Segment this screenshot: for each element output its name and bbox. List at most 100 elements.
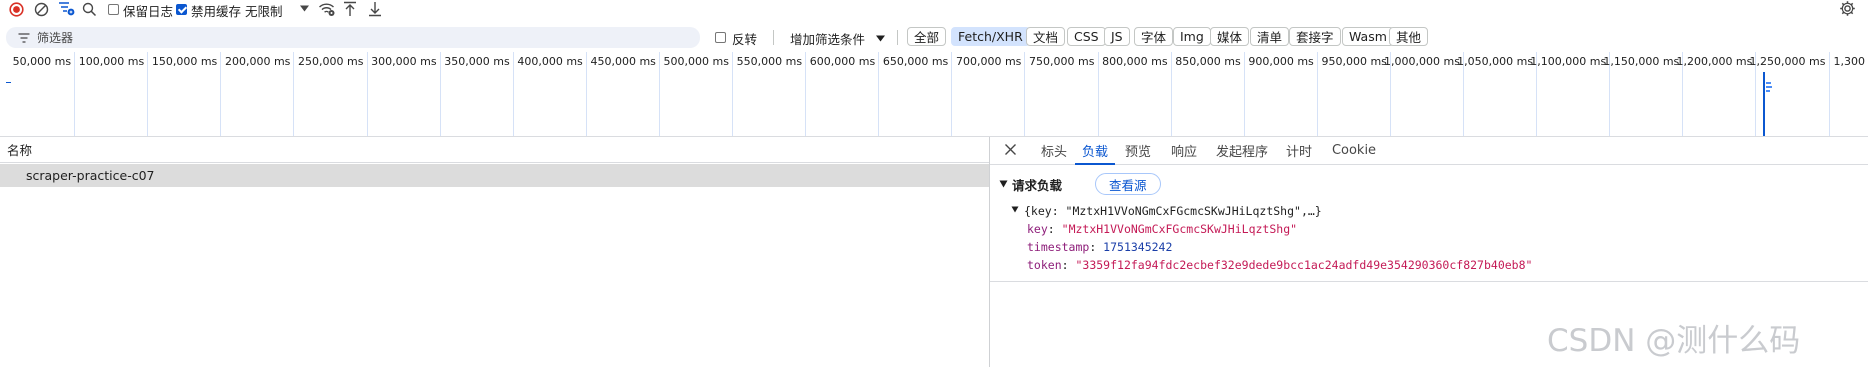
type-filter-js[interactable]: JS	[1104, 27, 1130, 46]
request-bar	[1766, 90, 1770, 92]
import-har-icon[interactable]	[343, 1, 357, 17]
network-toolbar: 保留日志 禁用缓存 无限制	[0, 0, 1868, 19]
tab-response[interactable]: 响应	[1166, 137, 1202, 164]
type-filter-fetch-xhr[interactable]: Fetch/XHR	[951, 27, 1030, 46]
preserve-log-checkbox[interactable]	[108, 4, 119, 15]
timeline-tick: 1,000,000 ms	[1384, 52, 1463, 136]
timeline-tick: 1,050,000 ms	[1457, 52, 1536, 136]
disable-cache-checkbox[interactable]	[176, 4, 187, 15]
timeline-tick: 850,000 ms	[1170, 52, 1244, 136]
timeline-tick-label: 250,000 ms	[298, 55, 364, 68]
watermark: CSDN @测什么码	[1547, 323, 1801, 359]
request-bar	[6, 82, 11, 83]
timeline-tick-label: 150,000 ms	[151, 55, 218, 68]
timeline-tick: 200,000 ms	[220, 52, 293, 136]
gear-icon[interactable]	[1839, 0, 1856, 17]
timeline-tick: 100,000 ms	[74, 52, 147, 136]
timeline-overview[interactable]: 50,000 ms 100,000 ms 150,000 ms 200,000 ms 2…	[0, 52, 1868, 137]
field-name: timestamp	[1027, 240, 1090, 254]
timeline-tick: 1,250,000 ms	[1750, 52, 1828, 136]
more-filters-button[interactable]: 增加筛选条件	[790, 29, 865, 48]
timeline-tick: 700,000 ms	[951, 52, 1024, 136]
timeline-tick-label: 100,000 ms	[78, 55, 145, 68]
tab-payload[interactable]: 负载	[1075, 137, 1115, 165]
timeline-tick-label: 400,000 ms	[517, 55, 583, 68]
preserve-log-label: 保留日志	[123, 4, 174, 19]
view-source-button[interactable]: 查看源	[1095, 173, 1161, 195]
timeline-tick-label: 1,050,000 ms	[1457, 55, 1534, 68]
export-har-icon[interactable]	[368, 1, 382, 17]
type-filter-socket[interactable]: 套接字	[1289, 27, 1341, 46]
payload-field-timestamp[interactable]: timestamp: 1751345242	[1027, 240, 1172, 254]
payload-field-key[interactable]: key: "MztxH1VVoNGmCxFGcmcSKwJHiLqztShg"	[1027, 222, 1297, 236]
field-name: key	[1027, 222, 1048, 236]
search-icon[interactable]	[82, 2, 97, 17]
details-tabbar: 标头 负载 预览 响应 发起程序 计时 Cookie	[990, 137, 1868, 165]
triangle-down-icon[interactable]	[1011, 206, 1019, 213]
payload-summary[interactable]: {key: "MztxH1VVoNGmCxFGcmcSKwJHiLqztShg"…	[1024, 204, 1322, 218]
type-filter-doc[interactable]: 文档	[1026, 27, 1066, 46]
timeline-tick-label: 350,000 ms	[444, 55, 510, 68]
timeline-tick: 500,000 ms	[658, 52, 732, 136]
throttling-select[interactable]: 无限制	[245, 1, 283, 20]
timeline-tick-label: 850,000 ms	[1175, 55, 1241, 68]
tab-preview[interactable]: 预览	[1120, 137, 1156, 164]
type-filter-wasm[interactable]: Wasm	[1342, 27, 1394, 46]
filter-icon	[18, 32, 30, 43]
timeline-tick: 450,000 ms	[585, 52, 659, 136]
timeline-tick-label: 1,100,000 ms	[1530, 55, 1607, 68]
section-divider	[990, 281, 1868, 282]
timeline-tick: 950,000 ms	[1316, 52, 1390, 136]
timeline-tick-label: 500,000 ms	[663, 55, 729, 68]
timeline-tick: 150,000 ms	[147, 52, 220, 136]
tab-timing[interactable]: 计时	[1281, 137, 1317, 164]
payload-field-token[interactable]: token: "3359f12fa94fdc2ecbef32e9dede9bcc…	[1027, 258, 1532, 272]
timeline-tick: 900,000 ms	[1243, 52, 1317, 136]
filter-placeholder: 筛选器	[37, 31, 74, 45]
timeline-tick: 750,000 ms	[1024, 52, 1097, 136]
field-value: 1751345242	[1103, 240, 1173, 254]
timeline-tick: 1,200,000 ms	[1676, 52, 1755, 136]
timeline-tick: 250,000 ms	[293, 52, 366, 136]
chevron-down-icon[interactable]	[299, 4, 310, 13]
timeline-tick-label: 950,000 ms	[1321, 55, 1387, 68]
type-filter-all[interactable]: 全部	[907, 27, 947, 46]
column-header-name[interactable]: 名称	[7, 140, 32, 159]
field-value: "3359f12fa94fdc2ecbef32e9dede9bcc1ac24ad…	[1075, 258, 1533, 272]
tab-cookies[interactable]: Cookie	[1330, 137, 1378, 164]
type-filter-other[interactable]: 其他	[1389, 27, 1429, 46]
timeline-tick-label: 50,000 ms	[12, 55, 72, 68]
network-conditions-icon[interactable]	[318, 1, 336, 17]
type-filter-media[interactable]: 媒体	[1210, 27, 1250, 46]
request-bar	[1766, 82, 1771, 84]
table-row[interactable]: scraper-practice-c07	[0, 164, 989, 187]
filter-settings-icon[interactable]	[58, 1, 75, 17]
type-filter-font[interactable]: 字体	[1134, 27, 1174, 46]
timeline-tick-label: 300,000 ms	[371, 55, 437, 68]
disable-cache-label: 禁用缓存	[191, 4, 242, 19]
timeline-tick-label: 1,150,000 ms	[1603, 55, 1680, 68]
timeline-tick: 1,100,000 ms	[1530, 52, 1609, 136]
tab-initiator[interactable]: 发起程序	[1212, 137, 1272, 164]
timeline-tick-label: 750,000 ms	[1029, 55, 1095, 68]
timeline-ticks: 50,000 ms 100,000 ms 150,000 ms 200,000 ms 2…	[0, 52, 1868, 136]
stop-recording-icon[interactable]	[9, 2, 24, 17]
timeline-tick-label: 700,000 ms	[955, 55, 1022, 68]
close-icon[interactable]	[1004, 143, 1017, 156]
invert-label: 反转	[732, 32, 758, 47]
clear-icon[interactable]	[34, 2, 49, 17]
type-filter-img[interactable]: Img	[1173, 27, 1211, 46]
filter-input[interactable]: 筛选器	[6, 27, 700, 48]
type-filter-css[interactable]: CSS	[1067, 27, 1106, 46]
invert-checkbox[interactable]	[715, 32, 726, 43]
timeline-tick-label: 550,000 ms	[736, 55, 803, 68]
tab-headers[interactable]: 标头	[1036, 137, 1072, 164]
timeline-tick-label: 600,000 ms	[809, 55, 876, 68]
request-table-header: 名称	[0, 137, 989, 163]
timeline-tick: 800,000 ms	[1097, 52, 1171, 136]
chevron-down-icon[interactable]	[875, 34, 886, 43]
timeline-tick: 650,000 ms	[878, 52, 951, 136]
toolbar-divider	[897, 30, 898, 45]
timeline-tick-label: 1,300	[1833, 55, 1866, 68]
type-filter-manifest[interactable]: 清单	[1250, 27, 1290, 46]
